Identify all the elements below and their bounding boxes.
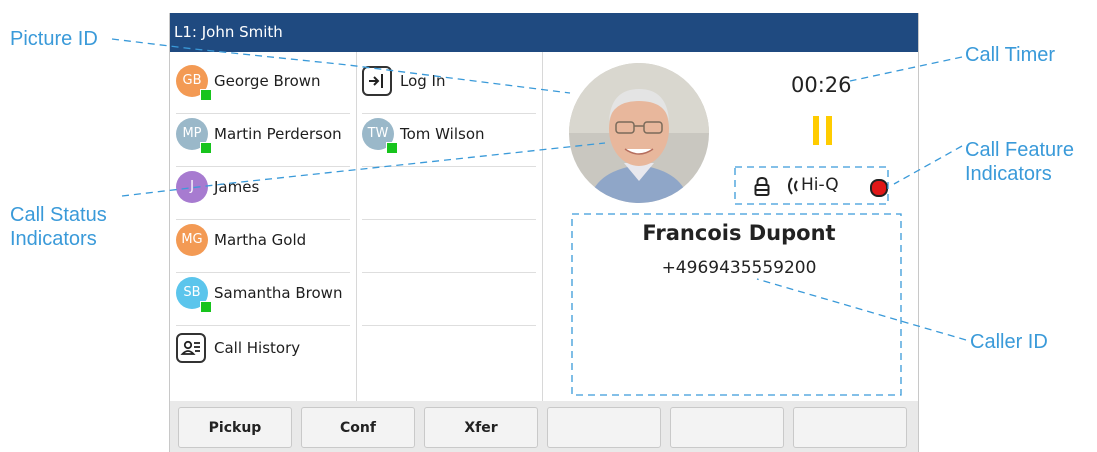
log-in-key[interactable]: Log In	[362, 63, 536, 114]
presence-indicator	[386, 142, 398, 154]
avatar: MG	[176, 224, 208, 256]
avatar-initials: MP	[182, 126, 202, 141]
row-divider	[176, 113, 350, 114]
line-key-label: Tom Wilson	[400, 125, 485, 143]
callout-call-status: Call Status Indicators	[10, 203, 107, 251]
presence-indicator	[200, 301, 212, 313]
callout-caller-id: Caller ID	[970, 331, 1048, 353]
line-key-tom-wilson[interactable]: TW Tom Wilson	[362, 116, 536, 167]
xfer-softkey[interactable]: Xfer	[424, 407, 538, 448]
line-key-martin-perderson[interactable]: MP Martin Perderson	[176, 116, 350, 167]
row-divider	[176, 219, 350, 220]
callout-call-timer: Call Timer	[965, 44, 1056, 66]
avatar-initials: GB	[182, 73, 202, 88]
call-history-icon	[176, 333, 206, 363]
title-bar: L1: John Smith	[170, 13, 918, 52]
avatar-initials: TW	[367, 126, 389, 141]
lock-icon	[753, 176, 771, 196]
caller-name: Francois Dupont	[642, 221, 836, 245]
line-key-label: Log In	[400, 72, 446, 90]
callout-call-status-line1: Call Status	[10, 204, 107, 226]
call-history-key[interactable]: Call History	[176, 330, 350, 370]
row-divider	[362, 272, 536, 273]
call-feature-indicators: Hi-Q	[737, 170, 888, 204]
caller-picture	[569, 63, 709, 203]
hd-audio-icon	[783, 175, 803, 197]
presence-indicator	[200, 142, 212, 154]
column-divider	[542, 52, 543, 401]
pause-bar	[826, 116, 832, 145]
callout-call-feature-line2: Indicators	[965, 163, 1052, 185]
call-timer: 00:26	[791, 73, 852, 97]
empty-softkey[interactable]	[547, 407, 661, 448]
column-divider	[356, 52, 357, 401]
hi-q-label: Hi-Q	[801, 175, 839, 195]
pickup-softkey[interactable]: Pickup	[178, 407, 292, 448]
line-key-samantha-brown[interactable]: SB Samantha Brown	[176, 275, 350, 326]
row-divider	[176, 272, 350, 273]
softkey-bar: Pickup Conf Xfer	[170, 401, 918, 452]
caller-portrait-image	[569, 63, 709, 203]
line-key-label: Martha Gold	[214, 231, 307, 249]
line-key-label: James	[214, 178, 260, 196]
avatar-initials: J	[190, 179, 194, 194]
line-key-label: Martin Perderson	[214, 125, 342, 143]
callout-call-feature: Call Feature Indicators	[965, 138, 1074, 186]
row-divider	[176, 166, 350, 167]
row-divider	[362, 325, 536, 326]
row-divider	[176, 325, 350, 326]
callout-call-status-line2: Indicators	[10, 228, 97, 250]
pause-bar	[813, 116, 819, 145]
callout-call-feature-line1: Call Feature	[965, 139, 1074, 161]
empty-softkey[interactable]	[670, 407, 784, 448]
line-key-martha-gold[interactable]: MG Martha Gold	[176, 222, 350, 273]
record-icon	[870, 179, 888, 197]
row-divider	[362, 113, 536, 114]
line-key-label: Samantha Brown	[214, 284, 343, 302]
callout-picture-id: Picture ID	[10, 28, 98, 50]
avatar: J	[176, 171, 208, 203]
line-title: L1: John Smith	[174, 23, 283, 41]
avatar-initials: MG	[181, 232, 203, 247]
phone-screen: L1: John Smith GB George Brown MP Martin…	[169, 13, 919, 452]
row-divider	[362, 166, 536, 167]
empty-softkey[interactable]	[793, 407, 907, 448]
line-key-james[interactable]: J James	[176, 169, 350, 220]
avatar-initials: SB	[183, 285, 201, 300]
presence-indicator	[200, 89, 212, 101]
caller-number: +4969435559200	[661, 258, 817, 278]
line-key-label: George Brown	[214, 72, 321, 90]
row-divider	[362, 219, 536, 220]
line-key-george-brown[interactable]: GB George Brown	[176, 63, 350, 114]
conf-softkey[interactable]: Conf	[301, 407, 415, 448]
line-key-label: Call History	[214, 339, 301, 357]
log-in-icon	[362, 66, 392, 96]
